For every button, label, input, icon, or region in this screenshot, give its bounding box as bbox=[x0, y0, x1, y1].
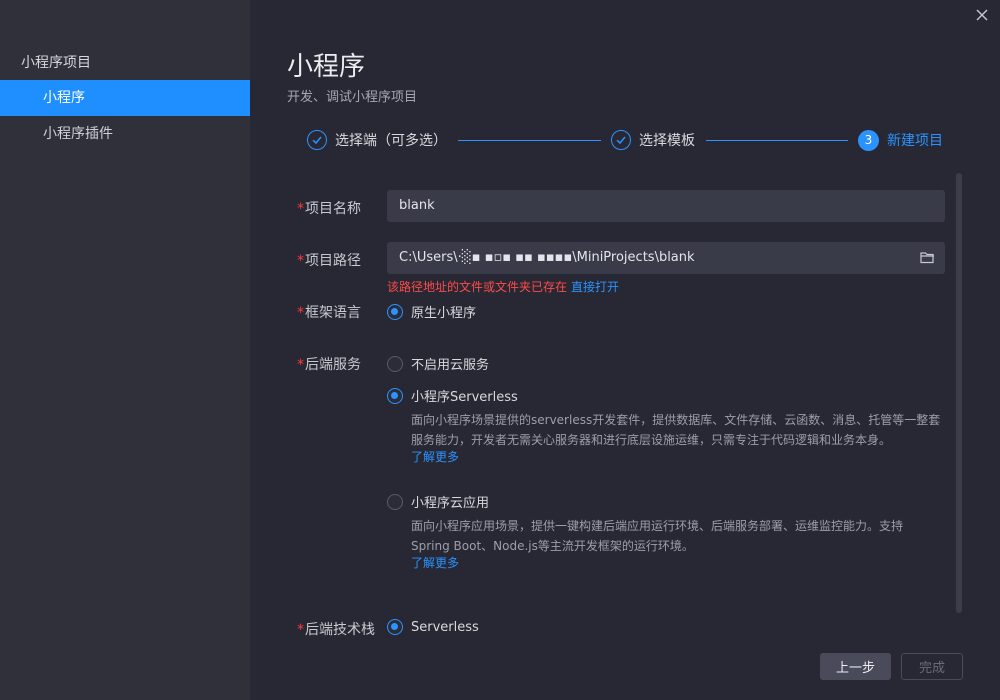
previous-step-button[interactable]: 上一步 bbox=[820, 653, 891, 680]
folder-icon[interactable] bbox=[920, 251, 935, 264]
sidebar-item-plugin[interactable]: 小程序插件 bbox=[0, 116, 250, 152]
framework-option-native[interactable]: 原生小程序 bbox=[387, 302, 476, 321]
radio-label: 原生小程序 bbox=[411, 306, 477, 321]
check-circle-icon bbox=[307, 130, 327, 150]
close-button[interactable] bbox=[970, 3, 994, 27]
radio-unchecked[interactable] bbox=[387, 355, 403, 372]
tech-stack-label: *后端技术栈 bbox=[297, 622, 375, 638]
step-select-platform: 选择端（可多选） bbox=[307, 129, 447, 151]
cloud-app-description: 面向小程序应用场景，提供一键构建后端应用运行环境、后端服务部署、运维监控能力。支… bbox=[411, 519, 904, 553]
step-label: 选择端（可多选） bbox=[335, 133, 447, 149]
open-directly-link[interactable]: 直接打开 bbox=[571, 280, 619, 294]
scrollbar[interactable] bbox=[956, 173, 962, 613]
radio-label: 小程序Serverless bbox=[411, 390, 518, 405]
cloud-app-learn-more-link[interactable]: 了解更多 bbox=[411, 554, 459, 571]
radio-checked[interactable] bbox=[387, 303, 403, 320]
step-new-project: 3 新建项目 bbox=[858, 129, 943, 151]
project-name-input[interactable]: blank bbox=[387, 190, 945, 222]
finish-button[interactable]: 完成 bbox=[901, 653, 963, 680]
tech-stack-option-serverless[interactable]: Serverless bbox=[387, 619, 479, 635]
path-error-text: 该路径地址的文件或文件夹已存在 bbox=[387, 280, 568, 294]
backend-option-cloud-app[interactable]: 小程序云应用 bbox=[387, 492, 489, 511]
page-subtitle: 开发、调试小程序项目 bbox=[287, 90, 418, 105]
backend-option-serverless[interactable]: 小程序Serverless bbox=[387, 386, 518, 405]
project-path-input[interactable]: C:\Users\·░▪ ▪▫▪ ▪▪ ▪▪▪▪\MiniProjects\bl… bbox=[387, 242, 945, 274]
serverless-description: 面向小程序场景提供的serverless开发套件，提供数据库、文件存储、云函数、… bbox=[411, 413, 941, 447]
radio-checked[interactable] bbox=[387, 619, 403, 635]
radio-label: Serverless bbox=[411, 619, 479, 635]
step-connector bbox=[458, 140, 601, 141]
path-error-message: 该路径地址的文件或文件夹已存在 直接打开 bbox=[387, 278, 619, 295]
radio-unchecked[interactable] bbox=[387, 493, 403, 510]
step-label: 新建项目 bbox=[887, 133, 943, 149]
project-name-label: *项目名称 bbox=[297, 201, 361, 217]
radio-checked[interactable] bbox=[387, 387, 403, 404]
step-number: 3 bbox=[858, 129, 879, 151]
step-select-template: 选择模板 bbox=[611, 129, 695, 151]
radio-label: 小程序云应用 bbox=[411, 496, 490, 511]
project-path-label: *项目路径 bbox=[297, 253, 361, 269]
serverless-learn-more-link[interactable]: 了解更多 bbox=[411, 448, 459, 465]
close-icon bbox=[976, 9, 988, 21]
page-title: 小程序 bbox=[287, 52, 366, 82]
framework-label: *框架语言 bbox=[297, 305, 361, 321]
project-path-value: C:\Users\·░▪ ▪▫▪ ▪▪ ▪▪▪▪\MiniProjects\bl… bbox=[399, 250, 695, 265]
sidebar-item-miniprogram[interactable]: 小程序 bbox=[0, 80, 250, 116]
sidebar-group-title: 小程序项目 bbox=[21, 55, 91, 71]
sidebar: 小程序项目 小程序 小程序插件 bbox=[0, 0, 250, 700]
check-circle-icon bbox=[611, 130, 631, 150]
backend-option-none[interactable]: 不启用云服务 bbox=[387, 354, 489, 373]
radio-label: 不启用云服务 bbox=[411, 358, 490, 373]
step-label: 选择模板 bbox=[639, 133, 695, 149]
step-connector bbox=[706, 140, 848, 141]
backend-service-label: *后端服务 bbox=[297, 357, 361, 373]
